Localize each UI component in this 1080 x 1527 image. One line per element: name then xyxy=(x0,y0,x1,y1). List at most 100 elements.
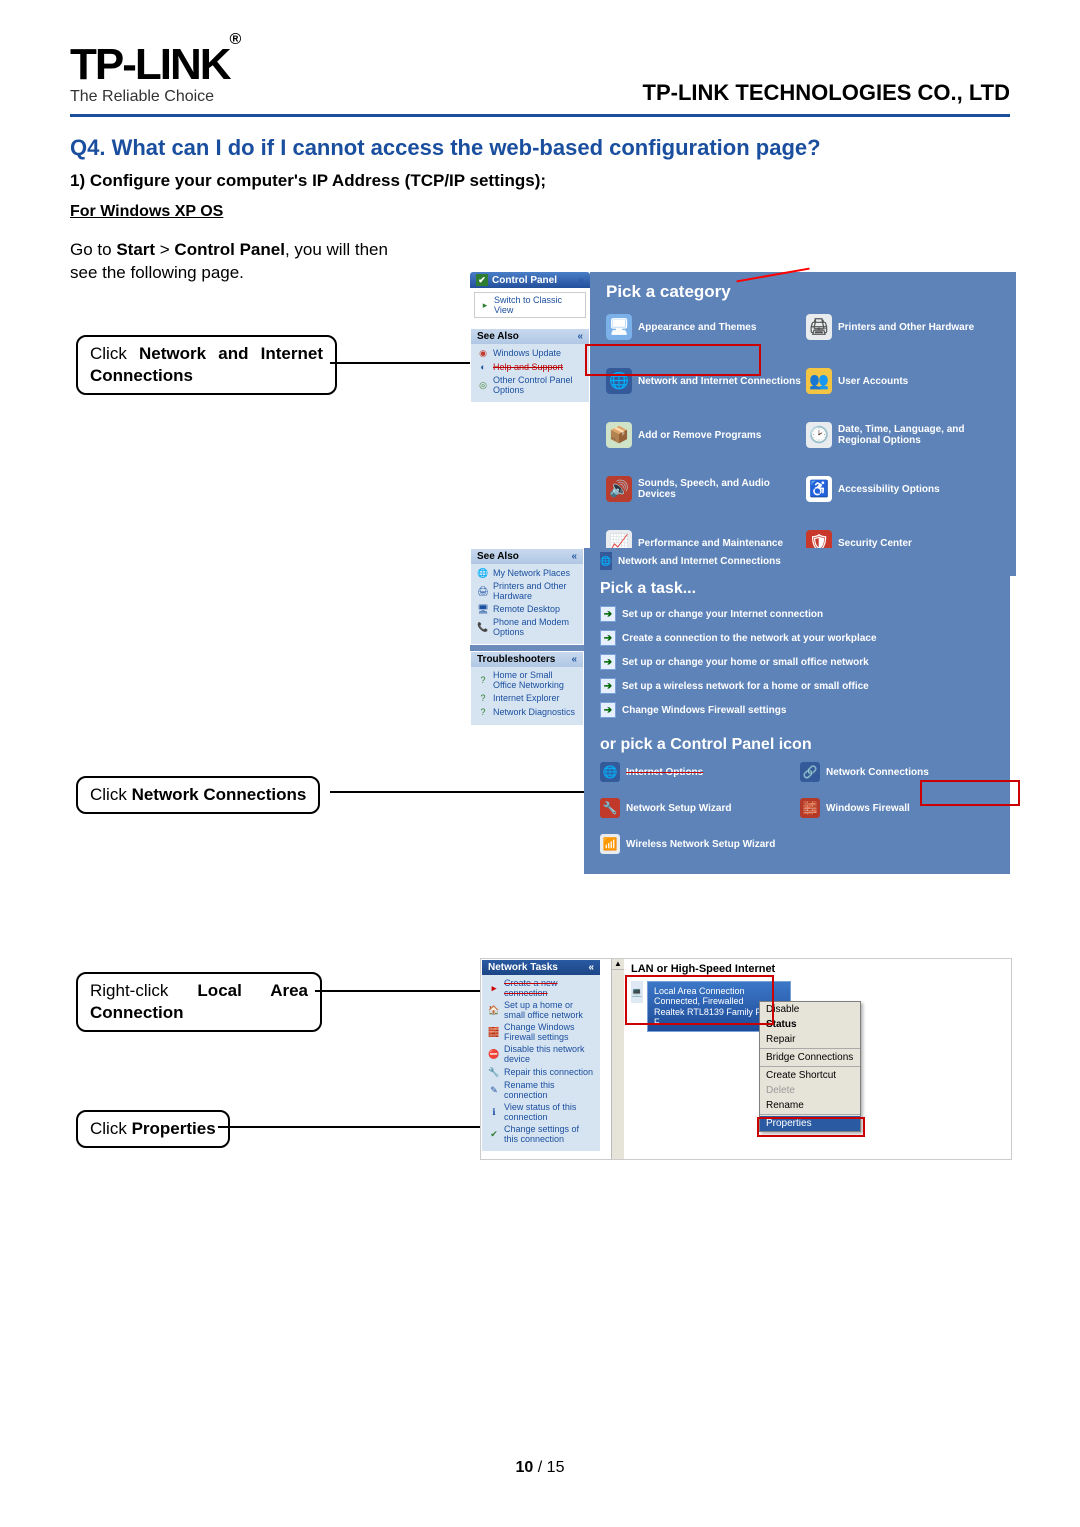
home-net-icon: 🏠 xyxy=(488,1004,500,1016)
pick-category-heading: Pick a category xyxy=(606,282,1006,302)
box-icon: 📦 xyxy=(606,422,632,448)
task-link[interactable]: 🧱Change Windows Firewall settings xyxy=(488,1021,594,1043)
highlight-box-lan xyxy=(625,975,774,1025)
step-heading: 1) Configure your computer's IP Address … xyxy=(70,171,1010,191)
sidebar-link[interactable]: 📞Phone and Modem Options xyxy=(477,616,577,638)
cp-icon-network-connections[interactable]: 🔗Network Connections xyxy=(800,762,1000,782)
task-link[interactable]: ➔Set up a wireless network for a home or… xyxy=(600,674,1000,698)
globe-icon: 🌐 xyxy=(600,762,620,782)
highlight-box-netconn xyxy=(920,780,1020,806)
scrollbar[interactable]: ▲ xyxy=(611,959,624,1159)
brand-reg: ® xyxy=(230,31,240,48)
switch-to-classic[interactable]: ▸ Switch to Classic View xyxy=(474,292,586,318)
sidebar-link[interactable]: 🌐My Network Places xyxy=(477,566,577,580)
settings-icon: ✔ xyxy=(488,1128,500,1140)
arrow-icon: ➔ xyxy=(600,630,616,646)
task-link[interactable]: ⛔Disable this network device xyxy=(488,1043,594,1065)
sidebar-link[interactable]: ◉Windows Update xyxy=(477,346,583,360)
scroll-up-icon[interactable]: ▲ xyxy=(612,959,624,970)
task-link[interactable]: ➔Create a connection to the network at y… xyxy=(600,626,1000,650)
firewall-icon: 🧱 xyxy=(800,798,820,818)
cat-users[interactable]: 👥User Accounts xyxy=(806,368,1006,394)
os-heading: For Windows XP OS xyxy=(70,203,223,221)
cat-printers[interactable]: 🖨Printers and Other Hardware xyxy=(806,314,1006,340)
pick-task-heading: Pick a task... xyxy=(600,580,1000,598)
troubleshooters-header: Troubleshooters xyxy=(477,654,555,665)
ctx-shortcut[interactable]: Create Shortcut xyxy=(760,1068,860,1083)
sidebar-link[interactable]: ◎Other Control Panel Options xyxy=(477,374,583,396)
task-link[interactable]: ➔Set up or change your Internet connecti… xyxy=(600,602,1000,626)
task-link[interactable]: ➔Set up or change your home or small off… xyxy=(600,650,1000,674)
arrow-icon: ➔ xyxy=(600,654,616,670)
sidebar-link[interactable]: ?Home or Small Office Networking xyxy=(477,669,577,691)
cat-sounds[interactable]: 🔊Sounds, Speech, and Audio Devices xyxy=(606,476,806,502)
task-link[interactable]: ℹView status of this connection xyxy=(488,1101,594,1123)
page-number: 10 / 15 xyxy=(0,1459,1080,1477)
arrow-icon: ➔ xyxy=(600,606,616,622)
sidebar-link[interactable]: 🖥Remote Desktop xyxy=(477,602,577,616)
accessibility-icon: ♿ xyxy=(806,476,832,502)
cp-icon-wireless-wizard[interactable]: 📶Wireless Network Setup Wizard xyxy=(600,834,800,854)
help-q-icon: ? xyxy=(477,674,489,686)
or-pick-heading: or pick a Control Panel icon xyxy=(600,736,1000,754)
chevron-up-icon[interactable]: « xyxy=(578,275,584,286)
ctx-bridge[interactable]: Bridge Connections xyxy=(760,1050,860,1065)
callout-network-connections: Click Network Connections xyxy=(76,776,320,814)
network-tasks-header: Network Tasks xyxy=(488,962,558,973)
network-places-icon: 🌐 xyxy=(477,567,489,579)
repair-icon: 🔧 xyxy=(488,1066,500,1078)
help-icon: ◐ xyxy=(477,361,489,373)
highlight-box-properties xyxy=(757,1117,865,1137)
help-q-icon: ? xyxy=(477,692,489,704)
chevron-up-icon[interactable]: « xyxy=(571,551,577,562)
control-panel-icon: ✔ xyxy=(476,274,488,286)
sidebar-link[interactable]: ?Internet Explorer xyxy=(477,691,577,705)
disable-icon: ⛔ xyxy=(488,1048,500,1060)
see-also-header: See Also xyxy=(477,551,519,562)
brand-text: TP-LINK xyxy=(70,40,230,89)
cat-addremove[interactable]: 📦Add or Remove Programs xyxy=(606,422,806,448)
callout-properties: Click Properties xyxy=(76,1110,230,1148)
globe-icon: 🌐 xyxy=(600,552,612,570)
task-link[interactable]: ➔Change Windows Firewall settings xyxy=(600,698,1000,722)
appearance-icon: 🖥 xyxy=(606,314,632,340)
folder-icon: ▸ xyxy=(479,299,491,311)
chevron-up-icon[interactable]: « xyxy=(571,654,577,665)
intro-text: Go to Start > Control Panel, you will th… xyxy=(70,239,390,285)
ctx-repair[interactable]: Repair xyxy=(760,1032,860,1047)
task-link[interactable]: ▸Create a new connection xyxy=(488,977,594,999)
sidebar-link[interactable]: ◐Help and Support xyxy=(477,360,583,374)
cp-icon-internet-options[interactable]: 🌐Internet Options xyxy=(600,762,800,782)
task-link[interactable]: 🔧Repair this connection xyxy=(488,1065,594,1079)
ctx-disable[interactable]: Disable xyxy=(760,1002,860,1017)
question-title: Q4. What can I do if I cannot access the… xyxy=(70,135,1010,161)
task-link[interactable]: ✎Rename this connection xyxy=(488,1079,594,1101)
cat-access[interactable]: ♿Accessibility Options xyxy=(806,476,1006,502)
screenshot-network-internet: See Also « 🌐My Network Places 🖨Printers a… xyxy=(470,548,1010,874)
firewall-icon: 🧱 xyxy=(488,1026,500,1038)
wireless-icon: 📶 xyxy=(600,834,620,854)
cp-icon-network-wizard[interactable]: 🔧Network Setup Wizard xyxy=(600,798,800,818)
users-icon: 👥 xyxy=(806,368,832,394)
task-link[interactable]: 🏠Set up a home or small office network xyxy=(488,999,594,1021)
sidebar-link[interactable]: 🖨Printers and Other Hardware xyxy=(477,580,577,602)
arrow-icon: ➔ xyxy=(600,702,616,718)
brand-tagline: The Reliable Choice xyxy=(70,88,239,106)
sidebar-link[interactable]: ?Network Diagnostics xyxy=(477,705,577,719)
chevron-up-icon[interactable]: « xyxy=(588,962,594,973)
cat-appearance[interactable]: 🖥Appearance and Themes xyxy=(606,314,806,340)
chevron-up-icon[interactable]: « xyxy=(577,331,583,342)
wizard-icon: 🔧 xyxy=(600,798,620,818)
new-conn-icon: ▸ xyxy=(488,982,500,994)
lan-group-heading: LAN or High-Speed Internet xyxy=(631,963,791,975)
windows-update-icon: ◉ xyxy=(477,347,489,359)
rename-icon: ✎ xyxy=(488,1084,500,1096)
breadcrumb: Network and Internet Connections xyxy=(618,556,781,567)
help-q-icon: ? xyxy=(477,706,489,718)
window-titlebar: ✔ Control Panel « xyxy=(470,272,590,288)
ctx-status[interactable]: Status xyxy=(760,1017,860,1032)
ctx-rename[interactable]: Rename xyxy=(760,1098,860,1113)
cat-date[interactable]: 🕑Date, Time, Language, and Regional Opti… xyxy=(806,422,1006,448)
task-link[interactable]: ✔Change settings of this connection xyxy=(488,1123,594,1145)
speaker-icon: 🔊 xyxy=(606,476,632,502)
